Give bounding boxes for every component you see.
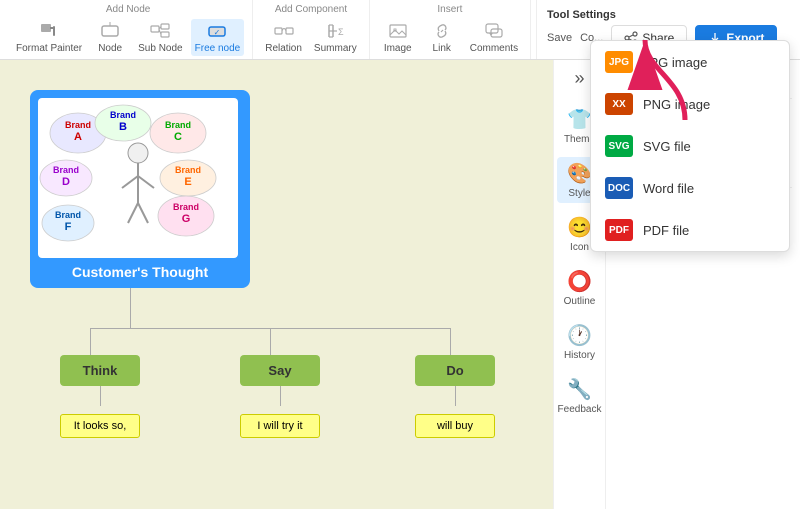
- sidebar-item-outline[interactable]: ⭕ Outline: [557, 265, 603, 311]
- svg-text:B: B: [119, 121, 127, 133]
- toolbar-link[interactable]: Link: [422, 19, 462, 56]
- toolbar-group-add-node: Add Node Format Painter Node Sub Node: [4, 0, 253, 59]
- free-node-icon: ✓: [205, 21, 229, 41]
- export-png[interactable]: XX PNG image: [605, 83, 789, 125]
- icon-icon: 😊: [567, 215, 592, 240]
- toolbar-group-insert: Insert Image Link Comments: [370, 0, 531, 59]
- toolbar-summary[interactable]: Σ Summary: [310, 19, 361, 56]
- node-think-group: Think It looks so,: [60, 355, 140, 438]
- central-node-title: Customer's Thought: [38, 264, 242, 280]
- svg-text:Brand: Brand: [65, 120, 91, 130]
- toolbar-free-node[interactable]: ✓ Free node: [191, 19, 245, 56]
- image-icon: [386, 21, 410, 41]
- node-will-buy[interactable]: will buy: [415, 414, 495, 438]
- sidebar-item-feedback[interactable]: 🔧 Feedback: [557, 373, 603, 419]
- connector-central-v: [130, 288, 131, 328]
- brand-bubbles-svg: Brand A Brand B Brand C Brand D Brand E …: [38, 98, 238, 258]
- theme-icon: 👕: [567, 107, 592, 132]
- svg-text:D: D: [62, 176, 70, 188]
- export-jpg[interactable]: JPG JPG image: [605, 60, 789, 83]
- link-icon: [430, 21, 454, 41]
- pdf-icon: PDF: [605, 219, 633, 241]
- node-say-group: Say I will try it: [240, 355, 320, 438]
- export-pdf[interactable]: PDF PDF file: [605, 209, 789, 251]
- svg-text:Brand: Brand: [53, 165, 79, 175]
- svg-text:Brand: Brand: [173, 202, 199, 212]
- history-icon: 🕐: [567, 323, 592, 348]
- add-node-items: Format Painter Node Sub Node ✓ Free node: [12, 19, 244, 56]
- node-do-group: Do will buy: [415, 355, 495, 438]
- export-dropdown: JPG JPG image XX PNG image SVG SVG file …: [605, 60, 790, 252]
- toolbar-group-add-component: Add Component Relation Σ Summary: [253, 0, 370, 59]
- comments-icon: [482, 21, 506, 41]
- main-area: Brand A Brand B Brand C Brand D Brand E …: [0, 60, 800, 509]
- node-say[interactable]: Say: [240, 355, 320, 386]
- canvas-area[interactable]: Brand A Brand B Brand C Brand D Brand E …: [0, 60, 553, 509]
- svg-text:G: G: [182, 213, 191, 225]
- group-insert-label: Insert: [437, 4, 462, 15]
- connector-think-gc-v: [100, 386, 101, 406]
- toolbar-format-painter[interactable]: Format Painter: [12, 19, 86, 56]
- node-it-looks-so[interactable]: It looks so,: [60, 414, 140, 438]
- svg-text:A: A: [74, 131, 82, 143]
- svg-text:Brand: Brand: [165, 120, 191, 130]
- export-svg[interactable]: SVG SVG file: [605, 125, 789, 167]
- style-icon: 🎨: [567, 161, 592, 186]
- save-button[interactable]: Save: [547, 32, 572, 44]
- expand-button[interactable]: »: [574, 68, 584, 89]
- connector-say-v: [270, 328, 271, 358]
- central-node-image: Brand A Brand B Brand C Brand D Brand E …: [38, 98, 238, 258]
- tool-settings-label: Tool Settings: [547, 9, 786, 21]
- svg-text:C: C: [174, 131, 182, 143]
- connector-do-v: [450, 328, 451, 358]
- feedback-icon: 🔧: [567, 377, 592, 402]
- summary-icon: Σ: [323, 21, 347, 41]
- jpg-icon: JPG: [605, 60, 633, 73]
- connector-do-gc-v: [455, 386, 456, 406]
- svg-text:Brand: Brand: [175, 165, 201, 175]
- node-i-will-try-it[interactable]: I will try it: [240, 414, 320, 438]
- node-think[interactable]: Think: [60, 355, 140, 386]
- svg-text:Brand: Brand: [55, 210, 81, 220]
- node-icon: [98, 21, 122, 41]
- connector-think-v: [90, 328, 91, 358]
- svg-text:F: F: [65, 221, 72, 233]
- toolbar-image[interactable]: Image: [378, 19, 418, 56]
- svg-icon: SVG: [605, 135, 633, 157]
- outline-icon: ⭕: [567, 269, 592, 294]
- svg-text:E: E: [184, 176, 191, 188]
- doc-icon: DOC: [605, 177, 633, 199]
- node-do[interactable]: Do: [415, 355, 495, 386]
- png-icon: XX: [605, 93, 633, 115]
- relation-icon: [272, 21, 296, 41]
- svg-text:✓: ✓: [214, 28, 221, 37]
- group-add-node-label: Add Node: [106, 4, 150, 15]
- toolbar-sub-node[interactable]: Sub Node: [134, 19, 186, 56]
- format-painter-icon: [37, 21, 61, 41]
- group-add-component-label: Add Component: [275, 4, 347, 15]
- svg-text:Σ: Σ: [338, 27, 344, 37]
- toolbar-relation[interactable]: Relation: [261, 19, 306, 56]
- sub-node-icon: [148, 21, 172, 41]
- insert-items: Image Link Comments: [378, 19, 522, 56]
- sidebar-item-history[interactable]: 🕐 History: [557, 319, 603, 365]
- connector-say-gc-v: [280, 386, 281, 406]
- central-node[interactable]: Brand A Brand B Brand C Brand D Brand E …: [30, 90, 250, 288]
- toolbar-comments[interactable]: Comments: [466, 19, 522, 56]
- export-doc[interactable]: DOC Word file: [605, 167, 789, 209]
- toolbar-node[interactable]: Node: [90, 19, 130, 56]
- svg-text:Brand: Brand: [110, 110, 136, 120]
- tool-settings-panel: Branch Font: [605, 60, 800, 509]
- add-component-items: Relation Σ Summary: [261, 19, 361, 56]
